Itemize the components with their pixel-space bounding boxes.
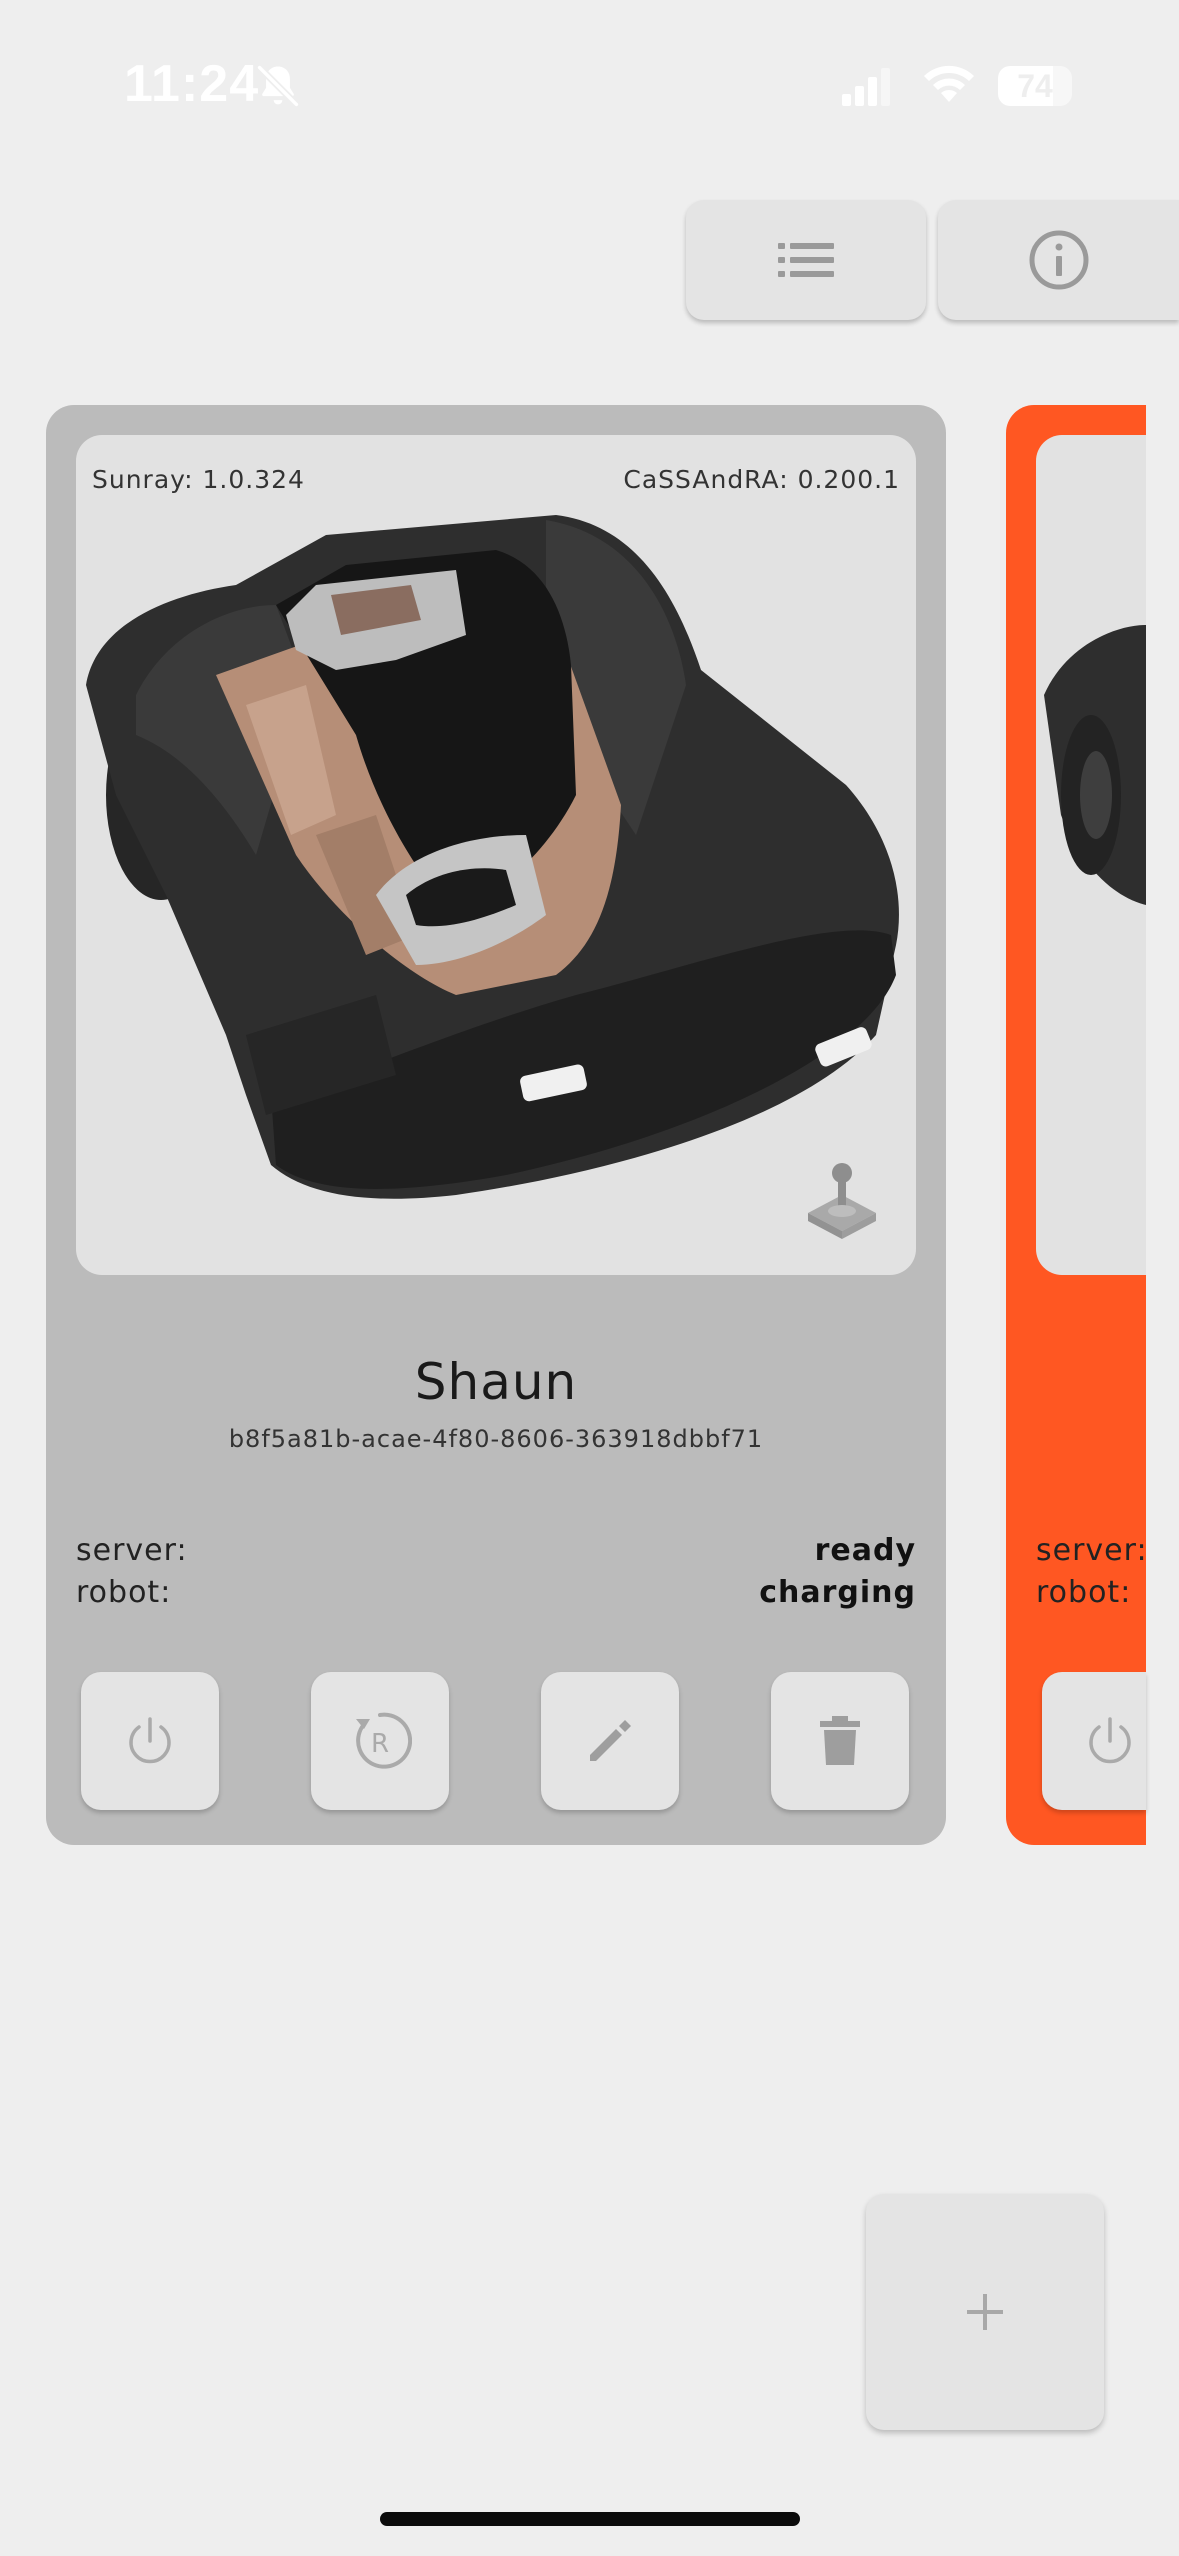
info-button[interactable] — [938, 200, 1179, 320]
delete-button[interactable] — [771, 1672, 909, 1810]
battery-icon: 74 — [998, 66, 1072, 106]
bell-off-icon — [256, 64, 300, 108]
robot-mower-image-next — [1044, 625, 1146, 905]
robot-image-panel: Sunray: 1.0.324 CaSSAndRA: 0.200.1 — [76, 435, 916, 1275]
home-indicator[interactable] — [380, 2512, 800, 2526]
robot-name: Shaun — [414, 1353, 578, 1411]
edit-icon — [590, 1720, 631, 1761]
robot-image-panel-next — [1036, 435, 1146, 1275]
robot-label: robot: — [76, 1575, 172, 1610]
server-label: server: — [76, 1533, 188, 1568]
server-label-next: server: — [1036, 1533, 1148, 1568]
list-icon — [778, 243, 834, 277]
power-button-next[interactable] — [1042, 1672, 1146, 1810]
robot-label-next: robot: — [1036, 1575, 1132, 1610]
list-button[interactable] — [686, 200, 926, 320]
robot-mower-image — [86, 515, 899, 1199]
restart-icon: R — [356, 1712, 412, 1769]
svg-text:R: R — [371, 1729, 389, 1759]
info-icon — [1029, 230, 1088, 290]
power-button[interactable] — [81, 1672, 219, 1810]
power-icon — [1089, 1717, 1131, 1764]
add-robot-button[interactable] — [866, 2194, 1104, 2430]
plus-icon — [967, 2294, 1003, 2330]
status-bar: 11:24 74 — [0, 0, 1179, 170]
edit-button[interactable] — [541, 1672, 679, 1810]
cellular-signal-icon — [842, 68, 890, 106]
battery-level: 74 — [1017, 68, 1053, 104]
server-status: ready — [814, 1533, 916, 1568]
robot-status: charging — [759, 1575, 916, 1610]
restart-button[interactable]: R — [311, 1672, 449, 1810]
robot-card-next[interactable]: server: robot: — [1006, 405, 1148, 1845]
wifi-icon — [924, 65, 974, 102]
power-icon — [129, 1717, 171, 1764]
robot-card[interactable]: Sunray: 1.0.324 CaSSAndRA: 0.200.1 Shaun… — [46, 405, 946, 1845]
status-time: 11:24 — [124, 55, 260, 113]
delete-icon — [820, 1716, 860, 1765]
joystick-icon[interactable] — [802, 1161, 882, 1241]
robot-id: b8f5a81b-acae-4f80-8606-363918dbbf71 — [228, 1425, 764, 1453]
